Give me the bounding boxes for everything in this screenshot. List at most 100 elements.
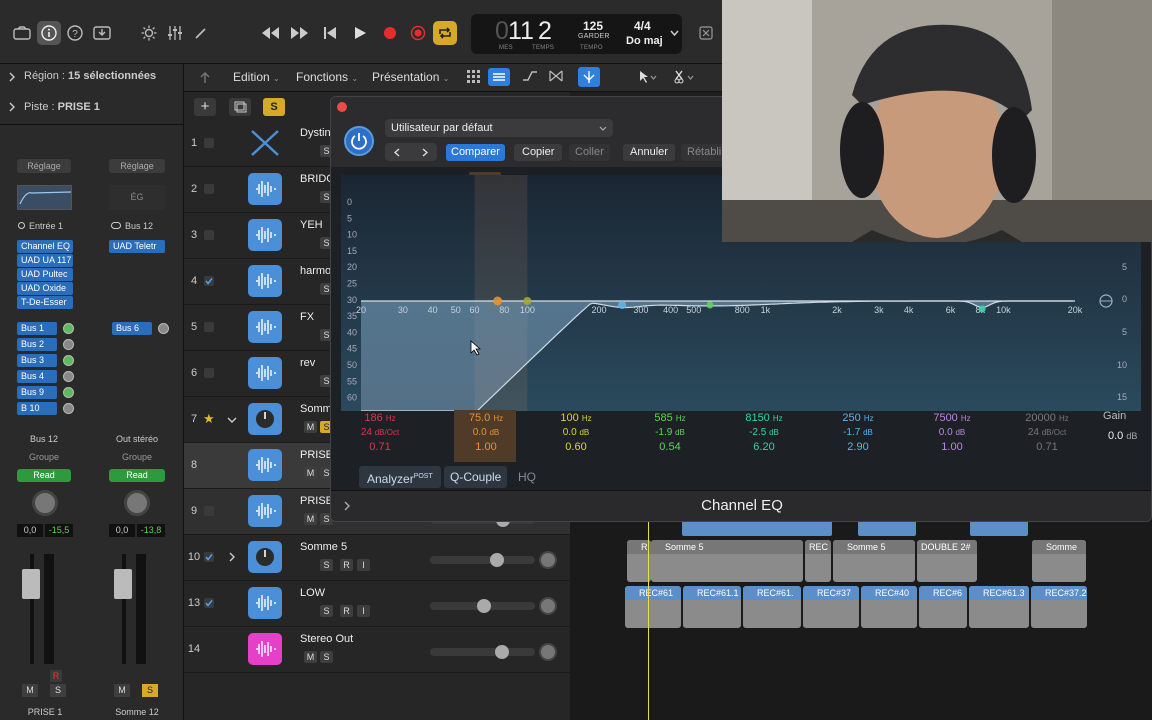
- pan-knob[interactable]: [124, 490, 150, 516]
- add-track-button[interactable]: +: [194, 98, 216, 116]
- automation-2[interactable]: Read: [109, 469, 165, 482]
- band-handle[interactable]: [706, 301, 714, 309]
- send-slot[interactable]: Bus 9: [17, 386, 74, 399]
- band-2-params[interactable]: 75.0 Hz 0.0 dB 1.00: [451, 412, 521, 453]
- disclosure-triangle-icon[interactable]: [9, 102, 15, 112]
- pan-knob[interactable]: [539, 643, 557, 661]
- menu-presentation[interactable]: Présentation ⌄: [372, 70, 449, 84]
- track-name[interactable]: Stereo Out: [300, 633, 353, 645]
- eq-thumbnail[interactable]: [17, 185, 72, 210]
- band-frequency[interactable]: 585: [654, 412, 672, 424]
- mute-button[interactable]: M: [304, 421, 317, 433]
- region[interactable]: REC#61: [625, 586, 681, 628]
- region[interactable]: Somme: [1032, 540, 1086, 582]
- hq-button[interactable]: HQ: [515, 466, 539, 488]
- track-name[interactable]: Somm: [300, 403, 332, 415]
- track-name[interactable]: LOW: [300, 587, 325, 599]
- track-name[interactable]: FX: [300, 311, 314, 323]
- duplicate-track-icon[interactable]: [229, 98, 251, 116]
- region[interactable]: REC: [805, 540, 831, 582]
- region-block[interactable]: [970, 520, 1028, 536]
- band-gain[interactable]: -1.7: [843, 427, 860, 438]
- volume-fader[interactable]: [22, 569, 40, 599]
- send-slot[interactable]: Bus 2: [17, 338, 74, 351]
- lcd-display[interactable]: 0 11 2 MES TEMPS 125 GARDER TEMPO 4/4 Do…: [471, 14, 682, 54]
- band-handle[interactable]: [493, 296, 503, 306]
- mute-button[interactable]: M: [22, 684, 38, 697]
- region[interactable]: REC#37.2: [1031, 586, 1087, 628]
- band-q[interactable]: 0.54: [635, 441, 705, 453]
- send-slot[interactable]: Bus 4: [17, 370, 74, 383]
- q-couple-button[interactable]: Q-Couple: [444, 466, 508, 488]
- plugin-slot[interactable]: UAD Teletr: [109, 240, 165, 253]
- input-2[interactable]: Bus 12: [111, 221, 153, 231]
- download-icon[interactable]: [90, 21, 114, 45]
- plugin-slot[interactable]: UAD Oxide: [17, 282, 73, 295]
- star-icon[interactable]: ★: [203, 411, 215, 427]
- band-gain[interactable]: 0.0: [473, 427, 487, 438]
- band-q[interactable]: 0.71: [345, 441, 415, 453]
- band-q[interactable]: 6.20: [729, 441, 799, 453]
- playhead[interactable]: [648, 520, 649, 720]
- send-slot[interactable]: Bus 1: [17, 322, 74, 335]
- track-name[interactable]: rev: [300, 357, 315, 369]
- volume-fader[interactable]: [114, 569, 132, 599]
- close-box-icon[interactable]: [694, 21, 718, 45]
- input-monitor-button[interactable]: I: [357, 559, 370, 571]
- disclosure-triangle-icon[interactable]: [229, 552, 235, 562]
- track-row[interactable]: 13 LOW S R I: [184, 581, 570, 627]
- copy-button[interactable]: Copier: [514, 144, 563, 161]
- power-icon[interactable]: [344, 126, 374, 156]
- mute-button[interactable]: M: [304, 467, 317, 479]
- cycle-icon[interactable]: [433, 21, 457, 45]
- region-block[interactable]: [746, 520, 832, 536]
- region[interactable]: REC#61.: [743, 586, 801, 628]
- volume-slider[interactable]: [430, 599, 535, 613]
- previous-icon[interactable]: [394, 148, 400, 157]
- setting-button-2[interactable]: Réglage: [109, 159, 165, 173]
- band-frequency[interactable]: 20000: [1025, 412, 1056, 424]
- mixer-icon[interactable]: [163, 21, 187, 45]
- automation-curve-icon[interactable]: [522, 69, 538, 83]
- band-q[interactable]: 0.71: [1012, 441, 1082, 453]
- region[interactable]: REC#40: [861, 586, 917, 628]
- redo-button[interactable]: Rétabli: [681, 144, 728, 161]
- next-icon[interactable]: [422, 148, 428, 157]
- track-checkbox[interactable]: [204, 230, 214, 240]
- band-3-params[interactable]: 100 Hz 0.0 dB 0.60: [541, 412, 611, 453]
- band-7-params[interactable]: 7500 Hz 0.0 dB 1.00: [917, 412, 987, 453]
- track-name[interactable]: YEH: [300, 219, 323, 231]
- track-checkbox[interactable]: [204, 368, 214, 378]
- solo-button[interactable]: S: [50, 684, 66, 697]
- volume-slider[interactable]: [430, 553, 535, 567]
- band-gain[interactable]: -1.9: [655, 427, 672, 438]
- band-handle[interactable]: [978, 305, 986, 313]
- output-2[interactable]: Out stéréo: [109, 432, 165, 446]
- region[interactable]: REC#6: [919, 586, 967, 628]
- global-solo-button[interactable]: S: [263, 98, 285, 116]
- scissors-tool-icon[interactable]: [674, 70, 696, 84]
- band-gain[interactable]: 0.0: [563, 427, 577, 438]
- track-checkbox-checked[interactable]: [204, 276, 214, 286]
- mute-button[interactable]: M: [304, 651, 317, 663]
- help-icon[interactable]: ?: [63, 21, 87, 45]
- region[interactable]: REC#61.3: [969, 586, 1029, 628]
- pan-knob[interactable]: [539, 597, 557, 615]
- record-enable-button[interactable]: R: [340, 605, 353, 617]
- library-icon[interactable]: [10, 21, 34, 45]
- pointer-tool-icon[interactable]: [638, 70, 658, 84]
- solo-button[interactable]: S: [320, 605, 333, 617]
- send-slot[interactable]: B 10: [17, 402, 74, 415]
- band-frequency[interactable]: 7500: [933, 412, 957, 424]
- plugin-slot[interactable]: Channel EQ: [17, 240, 73, 253]
- track-row[interactable]: 14 Stereo Out M S: [184, 627, 570, 673]
- band-5-params[interactable]: 8150 Hz -2.5 dB 6.20: [729, 412, 799, 453]
- track-name[interactable]: PRISE: [300, 495, 333, 507]
- send-slot[interactable]: Bus 3: [17, 354, 74, 367]
- band-frequency[interactable]: 75.0: [469, 412, 490, 424]
- band-frequency[interactable]: 100: [560, 412, 578, 424]
- track-checkbox[interactable]: [204, 506, 214, 516]
- band-handle[interactable]: [523, 297, 532, 305]
- band-q[interactable]: 1.00: [917, 441, 987, 453]
- pan-knob[interactable]: [539, 551, 557, 569]
